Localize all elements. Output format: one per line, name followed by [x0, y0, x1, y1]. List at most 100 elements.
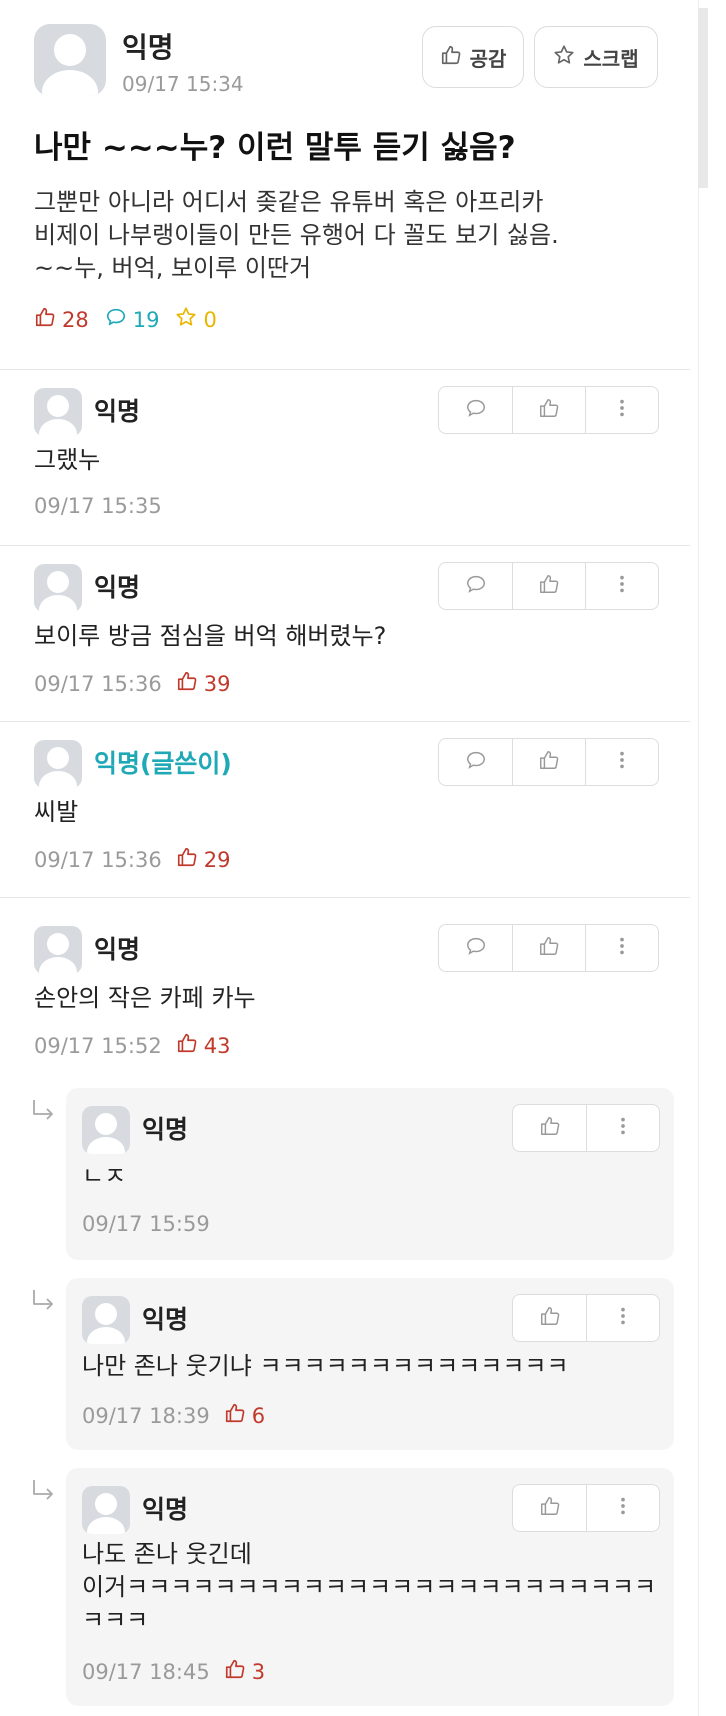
reply-meta: 09/17 18:39 6 [82, 1402, 265, 1429]
reply-like-button[interactable] [513, 1105, 586, 1151]
avatar [82, 1486, 130, 1534]
scrap-count: 0 [175, 306, 217, 333]
reply: 익명 나도 존나 웃긴데 이거ㅋㅋㅋㅋㅋㅋㅋㅋㅋㅋㅋㅋㅋㅋㅋㅋㅋㅋㅋㅋㅋㅋㅋㅋ … [66, 1468, 674, 1706]
more-button[interactable] [585, 739, 658, 785]
comment-text: 손안의 작은 카페 카누 [34, 984, 256, 1012]
comment-like-button[interactable] [512, 739, 585, 785]
avatar [82, 1296, 130, 1344]
comment-count-value: 19 [132, 307, 160, 332]
more-button[interactable] [585, 387, 658, 433]
comment-vote: 39 [176, 670, 230, 697]
thumbs-up-icon [538, 573, 560, 599]
article-body-line: 비제이 나부랭이들이 만든 유행어 다 꼴도 보기 싫음. [34, 221, 559, 249]
comment: 익명 보이루 방금 점심을 버억 해버렸누? 09/17 15:36 39 [0, 546, 690, 722]
more-vertical-icon [611, 573, 633, 599]
reply-like-button[interactable] [513, 1485, 586, 1531]
reply-like-button[interactable] [513, 1295, 586, 1341]
reply-button[interactable] [439, 387, 512, 433]
reply-meta: 09/17 15:59 [82, 1212, 210, 1236]
reply-vote-count: 6 [251, 1403, 266, 1428]
comment-author: 익명 [94, 935, 141, 964]
thumbs-up-icon [539, 1305, 561, 1331]
comment-meta: 09/17 15:36 29 [34, 846, 230, 873]
more-button[interactable] [585, 563, 658, 609]
more-button[interactable] [586, 1295, 659, 1341]
reply-meta: 09/17 18:45 3 [82, 1658, 265, 1685]
comment-date: 09/17 15:35 [34, 494, 162, 518]
comment: 익명(글쓴이) 씨발 09/17 15:36 29 [0, 722, 690, 898]
thumbs-up-icon [224, 1658, 246, 1685]
reply: 익명 나만 존나 웃기냐 ㅋㅋㅋㅋㅋㅋㅋㅋㅋㅋㅋㅋㅋㅋ 09/17 18:39 … [66, 1278, 674, 1450]
comment-vote: 29 [176, 846, 230, 873]
reply: 익명 ㄴㅈ 09/17 15:59 [66, 1088, 674, 1260]
reply-text: ㄴㅈ [82, 1160, 126, 1193]
scrap-button[interactable]: 스크랩 [534, 26, 658, 88]
like-button[interactable]: 공감 [422, 26, 524, 88]
reply-vote: 6 [224, 1402, 265, 1429]
comment-author: 익명 [94, 573, 141, 602]
article-date: 09/17 15:34 [122, 72, 244, 96]
reply-action-group [512, 1104, 660, 1152]
avatar [34, 926, 82, 974]
comment-like-button[interactable] [512, 925, 585, 971]
avatar [82, 1106, 130, 1154]
reply-arrow-icon [30, 1098, 58, 1124]
comment-text: 그랬누 [34, 446, 101, 474]
reply-date: 09/17 18:39 [82, 1403, 210, 1428]
comment-like-button[interactable] [512, 563, 585, 609]
article-stats: 28 19 0 [34, 306, 233, 333]
article: 익명 09/17 15:34 공감 스크랩 나만 ~~~누? 이런 말투 듣기 … [0, 0, 690, 370]
more-button[interactable] [586, 1485, 659, 1531]
more-vertical-icon [611, 749, 633, 775]
thumbs-up-icon [538, 935, 560, 961]
reply-button[interactable] [439, 739, 512, 785]
like-button-label: 공감 [469, 46, 507, 71]
comment-vote-count: 43 [203, 1033, 231, 1058]
more-button[interactable] [586, 1105, 659, 1151]
article-body-line: 그뿐만 아니라 어디서 좆같은 유튜버 혹은 아프리카 [34, 188, 544, 216]
comment: 익명 손안의 작은 카페 카누 09/17 15:52 43 [0, 898, 690, 1074]
reply-arrow-icon [30, 1288, 58, 1314]
avatar [34, 740, 82, 788]
comment-action-group [438, 386, 659, 434]
reply-button[interactable] [439, 925, 512, 971]
reply-author: 익명 [142, 1115, 189, 1144]
speech-bubble-icon [465, 573, 487, 599]
scrap-button-label: 스크랩 [583, 46, 639, 71]
thumbs-up-icon [440, 44, 462, 71]
reply-text-line: 나도 존나 웃긴데 [82, 1540, 252, 1568]
reply-author: 익명 [142, 1495, 189, 1524]
scrollbar[interactable] [698, 0, 708, 1716]
comment-date: 09/17 15:36 [34, 671, 162, 696]
reply-text-line: ㄴㅈ [82, 1162, 127, 1190]
speech-bubble-icon [465, 935, 487, 961]
comment-like-button[interactable] [512, 387, 585, 433]
more-vertical-icon [612, 1305, 634, 1331]
reply-author: 익명 [142, 1305, 189, 1334]
article-author: 익명 [122, 31, 174, 64]
comment-author: 익명 [94, 397, 141, 426]
thumbs-up-icon [176, 1032, 198, 1059]
comment-author: 익명(글쓴이) [94, 749, 232, 778]
reply-arrow-icon [30, 1478, 58, 1504]
reply-text: 나도 존나 웃긴데 이거ㅋㅋㅋㅋㅋㅋㅋㅋㅋㅋㅋㅋㅋㅋㅋㅋㅋㅋㅋㅋㅋㅋㅋㅋ ㅋㅋㅋ [82, 1538, 656, 1637]
comment-text: 씨발 [34, 798, 79, 826]
reply-vote-count: 3 [251, 1659, 266, 1684]
speech-bubble-icon [105, 306, 127, 333]
thumbs-up-icon [34, 306, 56, 333]
reply-button[interactable] [439, 563, 512, 609]
reply-date: 09/17 18:45 [82, 1659, 210, 1684]
comment: 익명 그랬누 09/17 15:35 [0, 370, 690, 546]
scrollbar-thumb[interactable] [698, 8, 708, 188]
comment-meta: 09/17 15:52 43 [34, 1032, 230, 1059]
comment-count: 19 [105, 306, 160, 333]
thumbs-up-icon [539, 1495, 561, 1521]
reply-text-line: 이거ㅋㅋㅋㅋㅋㅋㅋㅋㅋㅋㅋㅋㅋㅋㅋㅋㅋㅋㅋㅋㅋㅋㅋㅋ [82, 1573, 657, 1601]
reply-text-line: 나만 존나 웃기냐 ㅋㅋㅋㅋㅋㅋㅋㅋㅋㅋㅋㅋㅋㅋ [82, 1352, 569, 1380]
comment-meta: 09/17 15:36 39 [34, 670, 230, 697]
more-button[interactable] [585, 925, 658, 971]
comment-date: 09/17 15:52 [34, 1033, 162, 1058]
thumbs-up-icon [538, 397, 560, 423]
more-vertical-icon [612, 1115, 634, 1141]
thumbs-up-icon [224, 1402, 246, 1429]
